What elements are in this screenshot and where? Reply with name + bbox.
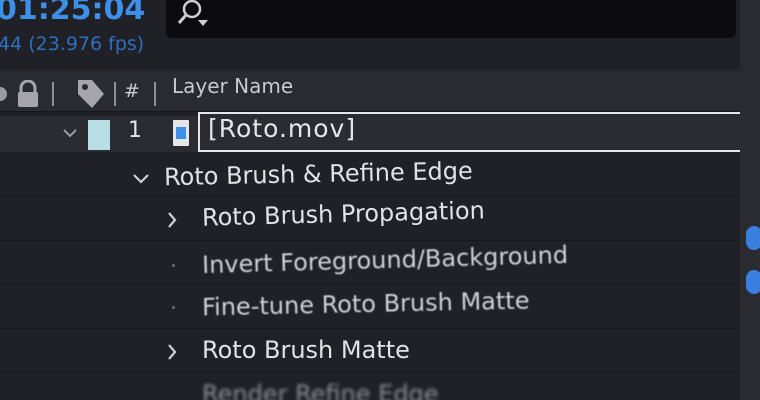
layer-number: 1: [128, 118, 142, 143]
lock-icon: [18, 80, 38, 107]
column-separator[interactable]: [52, 82, 54, 106]
frame-rate-display: 44 (23.976 fps): [0, 33, 145, 55]
row-divider: [0, 328, 740, 329]
chevron-right-icon[interactable]: [166, 210, 178, 230]
keyframe-area-edge: [740, 0, 760, 400]
tree-bullet: [172, 306, 175, 309]
search-icon[interactable]: [176, 0, 210, 30]
effect-group-label[interactable]: Roto Brush & Refine Edge: [164, 157, 473, 191]
chevron-down-icon[interactable]: [62, 128, 78, 138]
row-divider: [0, 284, 740, 285]
layer-name-header[interactable]: Layer Name: [172, 74, 293, 98]
row-divider: [0, 372, 740, 373]
timeline-panel: 01:25:04 44 (23.976 fps) # Layer Name 1 …: [0, 0, 760, 400]
column-header-row: [0, 70, 740, 112]
current-time-display[interactable]: 01:25:04: [0, 0, 145, 27]
effect-property-label[interactable]: Roto Brush Propagation: [202, 196, 485, 231]
audio-video-icon: [0, 87, 7, 101]
column-separator[interactable]: [114, 82, 116, 106]
row-divider: [0, 196, 740, 197]
layer-number-header: #: [124, 80, 140, 102]
layer-name[interactable]: [Roto.mov]: [208, 114, 356, 143]
effect-property-label[interactable]: Render Refine Edge: [202, 380, 439, 400]
label-tag-icon: [78, 80, 104, 108]
footage-file-icon: [173, 120, 189, 146]
row-divider: [0, 240, 740, 241]
chevron-down-icon[interactable]: [132, 172, 150, 186]
effect-property-label[interactable]: Fine-tune Roto Brush Matte: [202, 287, 530, 322]
keyframe-marker-icon[interactable]: [746, 226, 760, 250]
layer-label-color[interactable]: [88, 120, 110, 150]
layer-search-field[interactable]: [166, 0, 736, 38]
effect-property-label[interactable]: Invert Foreground/Background: [202, 241, 569, 279]
column-separator[interactable]: [154, 82, 156, 106]
effect-property-label[interactable]: Roto Brush Matte: [202, 336, 410, 364]
tree-bullet: [172, 264, 175, 267]
keyframe-marker-icon[interactable]: [746, 270, 760, 294]
chevron-right-icon[interactable]: [166, 342, 178, 362]
